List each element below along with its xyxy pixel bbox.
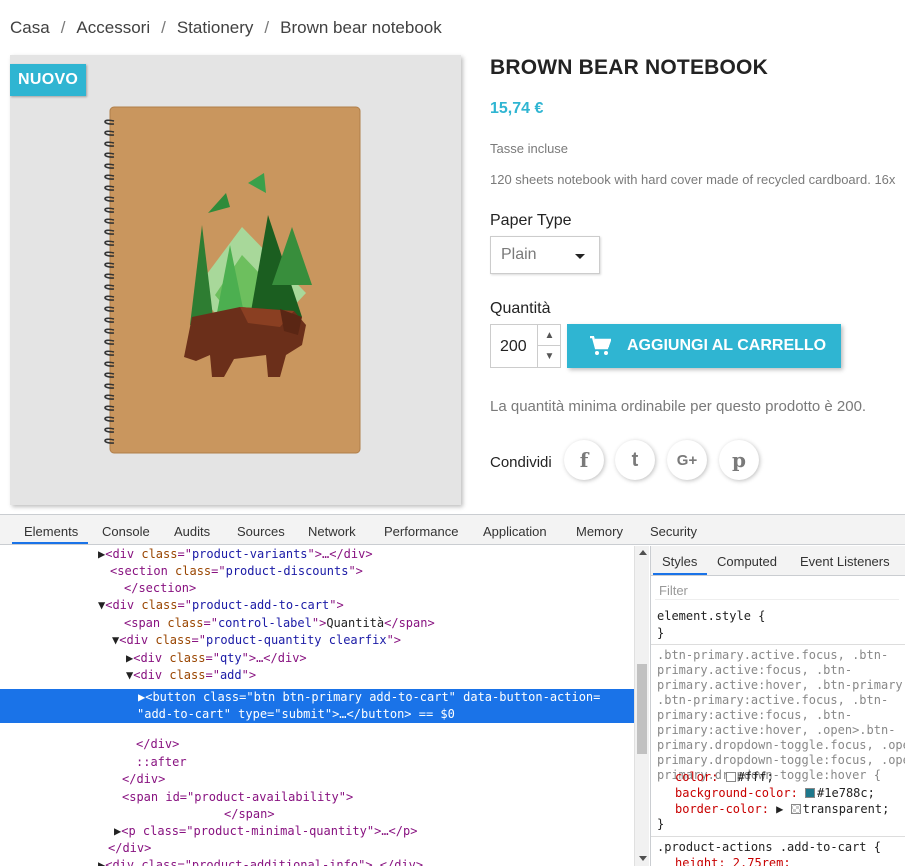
- quantity-up-icon[interactable]: ▲: [538, 325, 561, 346]
- paper-type-select[interactable]: Plain: [490, 236, 600, 274]
- dom-line[interactable]: <span class="control-label">Quantità</sp…: [124, 615, 435, 632]
- rule-divider: [651, 836, 905, 837]
- css-selector-line[interactable]: .btn-primary:active.focus, .btn-: [657, 693, 888, 708]
- caret-down-icon: [575, 254, 585, 259]
- product-title: BROWN BEAR NOTEBOOK: [490, 56, 768, 79]
- product-image[interactable]: [10, 55, 461, 505]
- css-selector-line[interactable]: .btn-primary.active.focus, .btn-: [657, 648, 888, 663]
- tab-application[interactable]: Application: [483, 524, 547, 539]
- dom-line[interactable]: ▶<p class="product-minimal-quantity">…</…: [114, 823, 417, 840]
- css-property-height[interactable]: height: 2.75rem;: [675, 855, 791, 866]
- selected-dom-node[interactable]: ▶<button class="btn btn-primary add-to-c…: [0, 689, 634, 723]
- quantity-label: Quantità: [490, 300, 551, 317]
- breadcrumb-stationery[interactable]: Stationery: [177, 18, 254, 37]
- dom-line[interactable]: ▶<div class="qty">…</div>: [126, 650, 307, 667]
- dom-line[interactable]: </div>: [122, 771, 165, 788]
- tab-security[interactable]: Security: [650, 524, 697, 539]
- dom-line[interactable]: ▼<div class="product-add-to-cart">: [98, 597, 344, 614]
- breadcrumb-home[interactable]: Casa: [10, 18, 50, 37]
- add-to-cart-button[interactable]: AGGIUNGI AL CARRELLO: [567, 324, 841, 368]
- active-tab-indicator: [12, 542, 88, 544]
- scroll-up-icon[interactable]: [639, 550, 647, 555]
- breadcrumb-separator: /: [161, 18, 166, 37]
- dom-line[interactable]: </div>: [108, 840, 151, 857]
- facebook-icon[interactable]: f: [564, 440, 604, 480]
- elements-tree[interactable]: ▶<button class="btn btn-primary add-to-c…: [0, 546, 634, 866]
- quantity-value[interactable]: 200: [500, 338, 527, 356]
- dom-line[interactable]: <span id="product-availability">: [122, 789, 353, 806]
- devtools-panel: Elements Console Audits Sources Network …: [0, 514, 905, 866]
- selected-line-1: <button class="btn btn-primary add-to-ca…: [145, 690, 601, 704]
- pinterest-icon[interactable]: p: [719, 440, 759, 480]
- tab-styles[interactable]: Styles: [662, 554, 697, 569]
- css-selector-line[interactable]: primary.active:hover, .btn-primary: [657, 678, 903, 693]
- product-description: 120 sheets notebook with hard cover made…: [490, 172, 896, 187]
- css-selector-line[interactable]: primary.dropdown-toggle.focus, .ope: [657, 738, 905, 753]
- rule-close: }: [657, 626, 665, 640]
- dom-line[interactable]: "add-to-cart" type="submit">…</button> =…: [137, 706, 455, 723]
- css-selector-line[interactable]: primary:active:focus, .btn-: [657, 708, 852, 723]
- notebook-illustration: [104, 106, 361, 454]
- tab-console[interactable]: Console: [102, 524, 150, 539]
- css-selector-line[interactable]: primary.dropdown-toggle:focus, .ope: [657, 753, 905, 768]
- tab-computed[interactable]: Computed: [717, 554, 777, 569]
- add-to-cart-rule-selector[interactable]: .product-actions .add-to-cart {: [657, 839, 881, 856]
- styles-filter-input[interactable]: Filter: [655, 580, 899, 600]
- css-property-color[interactable]: color: #fff;: [675, 769, 774, 786]
- dom-line[interactable]: </section>: [124, 580, 196, 597]
- new-badge: NUOVO: [10, 64, 87, 96]
- cart-icon: [590, 336, 611, 355]
- rule-close: }: [657, 817, 665, 831]
- breadcrumb-current: Brown bear notebook: [280, 18, 442, 37]
- element-style-rule[interactable]: element.style {: [657, 608, 765, 625]
- add-to-cart-label: AGGIUNGI AL CARRELLO: [627, 337, 827, 354]
- breadcrumb: Casa / Accessori / Stationery / Brown bear not…: [10, 18, 442, 38]
- rule-divider: [651, 644, 905, 645]
- dom-line[interactable]: ▼<div class="add">: [126, 667, 256, 684]
- scrollbar-thumb[interactable]: [637, 664, 647, 754]
- minimal-quantity-note: La quantità minima ordinabile per questo…: [490, 398, 867, 415]
- twitter-icon[interactable]: t: [615, 440, 655, 480]
- product-price: 15,74 €: [490, 100, 544, 117]
- dom-line[interactable]: ▶<button class="btn btn-primary add-to-c…: [138, 689, 600, 706]
- styles-tabbar: Styles Computed Event Listeners: [651, 546, 905, 576]
- tab-audits[interactable]: Audits: [174, 524, 210, 539]
- dom-line[interactable]: ▼<div class="product-quantity clearfix">: [112, 632, 401, 649]
- tax-label: Tasse incluse: [490, 141, 569, 156]
- dom-line[interactable]: <section class="product-discounts">: [110, 563, 363, 580]
- tab-sources[interactable]: Sources: [237, 524, 285, 539]
- breadcrumb-separator: /: [60, 18, 66, 37]
- color-swatch[interactable]: [725, 772, 736, 782]
- quantity-stepper[interactable]: 200 ▲ ▼: [490, 324, 561, 368]
- css-selector-line[interactable]: primary:active:hover, .open>.btn-: [657, 723, 895, 738]
- selected-line-2: "add-to-cart" type="submit">…</button> =…: [137, 707, 455, 721]
- elements-scrollbar[interactable]: [634, 546, 649, 866]
- dom-line[interactable]: ▶<div class="product-additional-info">…<…: [98, 857, 423, 866]
- google-plus-icon[interactable]: G+: [667, 440, 707, 480]
- paper-type-value: Plain: [501, 246, 537, 263]
- breadcrumb-accessori[interactable]: Accessori: [76, 18, 150, 37]
- dom-line[interactable]: ::after: [136, 754, 187, 771]
- breadcrumb-separator: /: [264, 18, 270, 37]
- styles-pane: Styles Computed Event Listeners Filter e…: [650, 546, 905, 866]
- color-swatch[interactable]: [790, 804, 801, 814]
- scroll-down-icon[interactable]: [639, 856, 647, 861]
- tab-network[interactable]: Network: [308, 524, 356, 539]
- share-label: Condividi: [490, 454, 552, 471]
- dom-line[interactable]: ▶<div class="product-variants">…</div>: [98, 546, 373, 563]
- css-selector-line[interactable]: primary.active:focus, .btn-: [657, 663, 852, 678]
- tab-memory[interactable]: Memory: [576, 524, 623, 539]
- css-property-border-color[interactable]: border-color: ▶ transparent;: [675, 801, 889, 818]
- paper-type-label: Paper Type: [490, 212, 572, 229]
- dom-line[interactable]: </span>: [224, 806, 275, 823]
- active-style-tab-indicator: [653, 573, 707, 575]
- tab-event-listeners[interactable]: Event Listeners: [800, 554, 890, 569]
- tab-performance[interactable]: Performance: [384, 524, 458, 539]
- dom-line[interactable]: </div>: [136, 736, 179, 753]
- css-property-background-color[interactable]: background-color: #1e788c;: [675, 785, 875, 802]
- color-swatch[interactable]: [805, 788, 816, 798]
- quantity-down-icon[interactable]: ▼: [538, 346, 561, 367]
- tab-elements[interactable]: Elements: [24, 524, 78, 539]
- devtools-tabbar: Elements Console Audits Sources Network …: [0, 515, 905, 545]
